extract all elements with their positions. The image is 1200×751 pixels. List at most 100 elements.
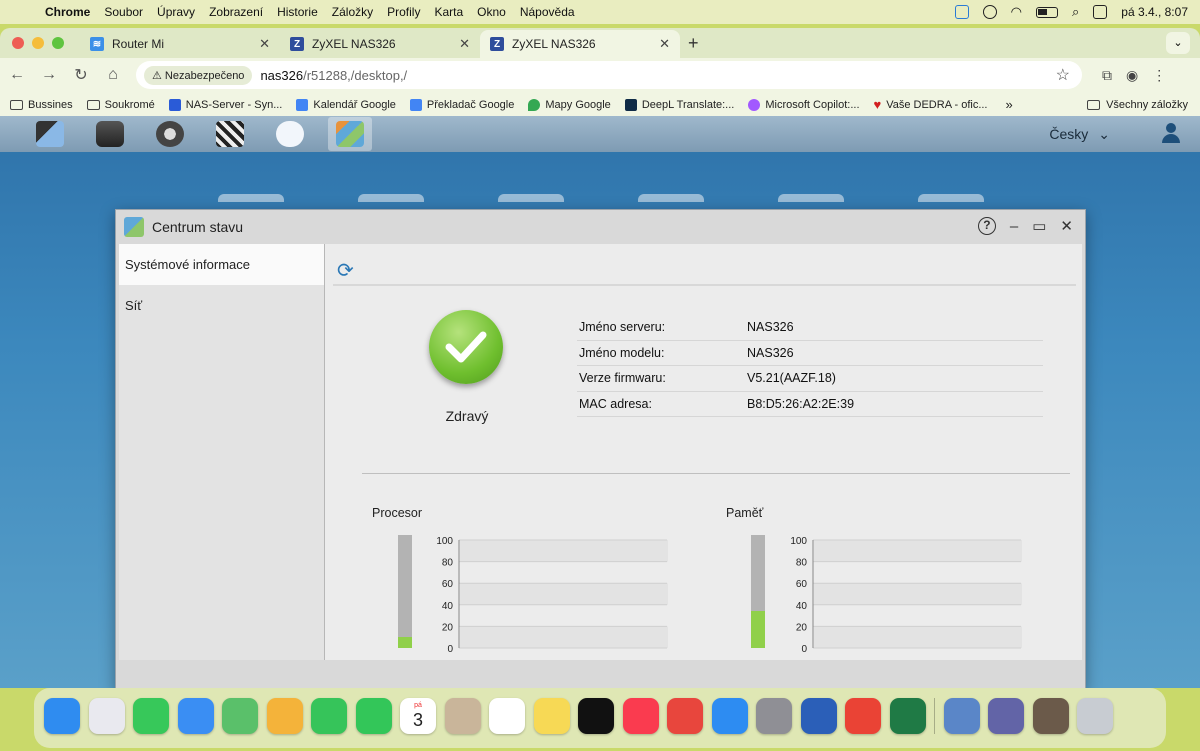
desktop-icons-behind	[218, 194, 984, 202]
bookmark-link[interactable]: DeepL Translate:...	[624, 98, 734, 111]
apple-tv-icon[interactable]	[578, 698, 614, 734]
profile-avatar-icon[interactable]: ◉	[1126, 67, 1138, 84]
status-center-window: Centrum stavu ? – ▭ ✕ Systémové informac…	[115, 209, 1086, 688]
rocket-icon[interactable]	[667, 698, 703, 734]
more-bookmarks-icon[interactable]: »	[1006, 97, 1013, 112]
photos-icon[interactable]	[266, 698, 303, 734]
preview-icon[interactable]	[943, 698, 980, 734]
messages-icon[interactable]	[133, 698, 169, 734]
minimize-icon[interactable]: –	[1010, 218, 1018, 235]
launchpad-icon[interactable]	[88, 698, 125, 734]
chrome-icon[interactable]	[845, 698, 881, 734]
bookmark-star-icon[interactable]: ☆	[1056, 65, 1070, 85]
music-app[interactable]	[148, 117, 192, 151]
control-center-icon[interactable]	[1093, 5, 1108, 19]
cpu-tick-label: 0	[447, 644, 453, 652]
account-icon[interactable]	[982, 5, 997, 19]
more-menu-icon[interactable]: ⋮	[1152, 67, 1166, 84]
settings-icon[interactable]	[756, 698, 792, 734]
bookmark-link[interactable]: Překladač Google	[409, 98, 514, 111]
photo-app[interactable]	[88, 117, 132, 151]
reminders-icon[interactable]	[489, 698, 525, 734]
extensions-icon[interactable]: ⧉	[1102, 67, 1112, 84]
finder-icon[interactable]	[44, 698, 80, 734]
menu-edit[interactable]: Úpravy	[150, 5, 202, 19]
memory-grid-band	[814, 626, 1022, 648]
menu-history[interactable]: Historie	[270, 5, 325, 19]
refresh-icon[interactable]: ⟳	[337, 258, 354, 283]
phone-icon[interactable]	[355, 698, 392, 734]
sidebar-item-system-info[interactable]: Systémové informace	[119, 244, 324, 285]
all-bookmarks[interactable]: Všechny záložky	[1087, 99, 1188, 111]
tab-search-chevron-icon[interactable]: ⌄	[1166, 32, 1190, 54]
zyxel-cloud-app[interactable]	[268, 117, 312, 151]
address-bar[interactable]: ⚠ Nezabezpečeno nas326/r51288,/desktop,/…	[136, 61, 1082, 89]
close-tab-icon[interactable]: ✕	[459, 36, 470, 52]
teams-icon[interactable]	[988, 698, 1024, 734]
menu-window[interactable]: Okno	[470, 5, 513, 19]
bookmark-link[interactable]: NAS-Server - Syn...	[168, 98, 282, 111]
menu-bookmarks[interactable]: Záložky	[325, 5, 380, 19]
menu-help[interactable]: Nápověda	[513, 5, 582, 19]
minimize-window-icon[interactable]	[32, 37, 44, 49]
bookmark-link[interactable]: ♥ Vaše DEDRA - ofic...	[874, 97, 988, 112]
video-app[interactable]	[208, 117, 252, 151]
nas-app-bar: Česky ⌄	[0, 116, 1200, 152]
forward-arrow-icon[interactable]: →	[40, 66, 58, 84]
close-window-icon[interactable]	[12, 37, 24, 49]
status-app-icon[interactable]	[954, 5, 969, 19]
excel-icon[interactable]	[889, 698, 926, 734]
app-store-icon[interactable]	[711, 698, 748, 734]
maximize-icon[interactable]: ▭	[1032, 217, 1046, 235]
documents-icon[interactable]	[1032, 698, 1069, 734]
maps-icon[interactable]	[222, 698, 258, 734]
bookmark-folder[interactable]: Soukromé	[86, 99, 155, 111]
menubar-clock[interactable]: pá 3.4., 8:07	[1121, 5, 1188, 19]
sidebar-item-network[interactable]: Síť	[119, 285, 324, 326]
maps-pin-icon	[528, 98, 541, 111]
info-row: Jméno serveru: NAS326	[577, 315, 1043, 341]
contacts-icon[interactable]	[444, 698, 481, 734]
tab-zyxel-2[interactable]: Z ZyXEL NAS326 ✕	[480, 30, 680, 58]
facetime-icon[interactable]	[311, 698, 347, 734]
mail-icon[interactable]	[177, 698, 214, 734]
help-icon[interactable]: ?	[977, 217, 996, 235]
bookmark-link[interactable]: Kalendář Google	[296, 98, 396, 111]
zoom-window-icon[interactable]	[52, 37, 64, 49]
user-icon[interactable]	[1160, 122, 1182, 144]
app-menu[interactable]: Chrome	[38, 5, 97, 19]
file-browser-app[interactable]	[28, 117, 72, 151]
menu-file[interactable]: Soubor	[97, 5, 150, 19]
reload-icon[interactable]: ↻	[72, 65, 90, 85]
bookmark-link[interactable]: Mapy Google	[528, 98, 611, 111]
tab-zyxel-1[interactable]: Z ZyXEL NAS326 ✕	[280, 30, 480, 58]
language-select[interactable]: Česky ⌄	[1049, 116, 1110, 152]
battery-icon[interactable]	[1035, 6, 1058, 18]
close-icon[interactable]: ✕	[1060, 217, 1073, 235]
calendar-icon[interactable]: pá 3	[400, 698, 436, 734]
tab-router-mi[interactable]: ≋ Router Mi ✕	[80, 30, 280, 58]
security-chip[interactable]: ⚠ Nezabezpečeno	[144, 65, 253, 85]
macos-menubar: Chrome Soubor Úpravy Zobrazení Historie …	[0, 0, 1200, 24]
info-key: Verze firmwaru:	[579, 371, 666, 386]
word-icon[interactable]	[800, 698, 837, 734]
trash-icon[interactable]	[1077, 698, 1113, 734]
close-tab-icon[interactable]: ✕	[259, 36, 270, 52]
bookmark-link[interactable]: Microsoft Copilot:...	[748, 98, 860, 111]
menu-profiles[interactable]: Profily	[380, 5, 427, 19]
menu-tab[interactable]: Karta	[427, 5, 470, 19]
heart-icon: ♥	[873, 97, 882, 112]
menu-view[interactable]: Zobrazení	[202, 5, 270, 19]
music-icon[interactable]	[622, 698, 659, 734]
wifi-icon[interactable]: ◠	[1011, 4, 1022, 20]
bookmark-folder[interactable]: Bussines	[10, 99, 73, 111]
new-tab-icon[interactable]: +	[688, 33, 699, 54]
info-row: MAC adresa: B8:D5:26:A2:2E:39	[577, 392, 1043, 417]
status-center-app[interactable]	[328, 117, 372, 151]
close-tab-icon[interactable]: ✕	[659, 36, 670, 52]
home-icon[interactable]: ⌂	[104, 66, 122, 84]
back-arrow-icon[interactable]: ←	[8, 66, 26, 84]
spotlight-icon[interactable]: ⌕	[1072, 4, 1079, 20]
notes-icon[interactable]	[533, 698, 570, 734]
window-titlebar[interactable]: Centrum stavu ? – ▭ ✕	[116, 210, 1085, 244]
